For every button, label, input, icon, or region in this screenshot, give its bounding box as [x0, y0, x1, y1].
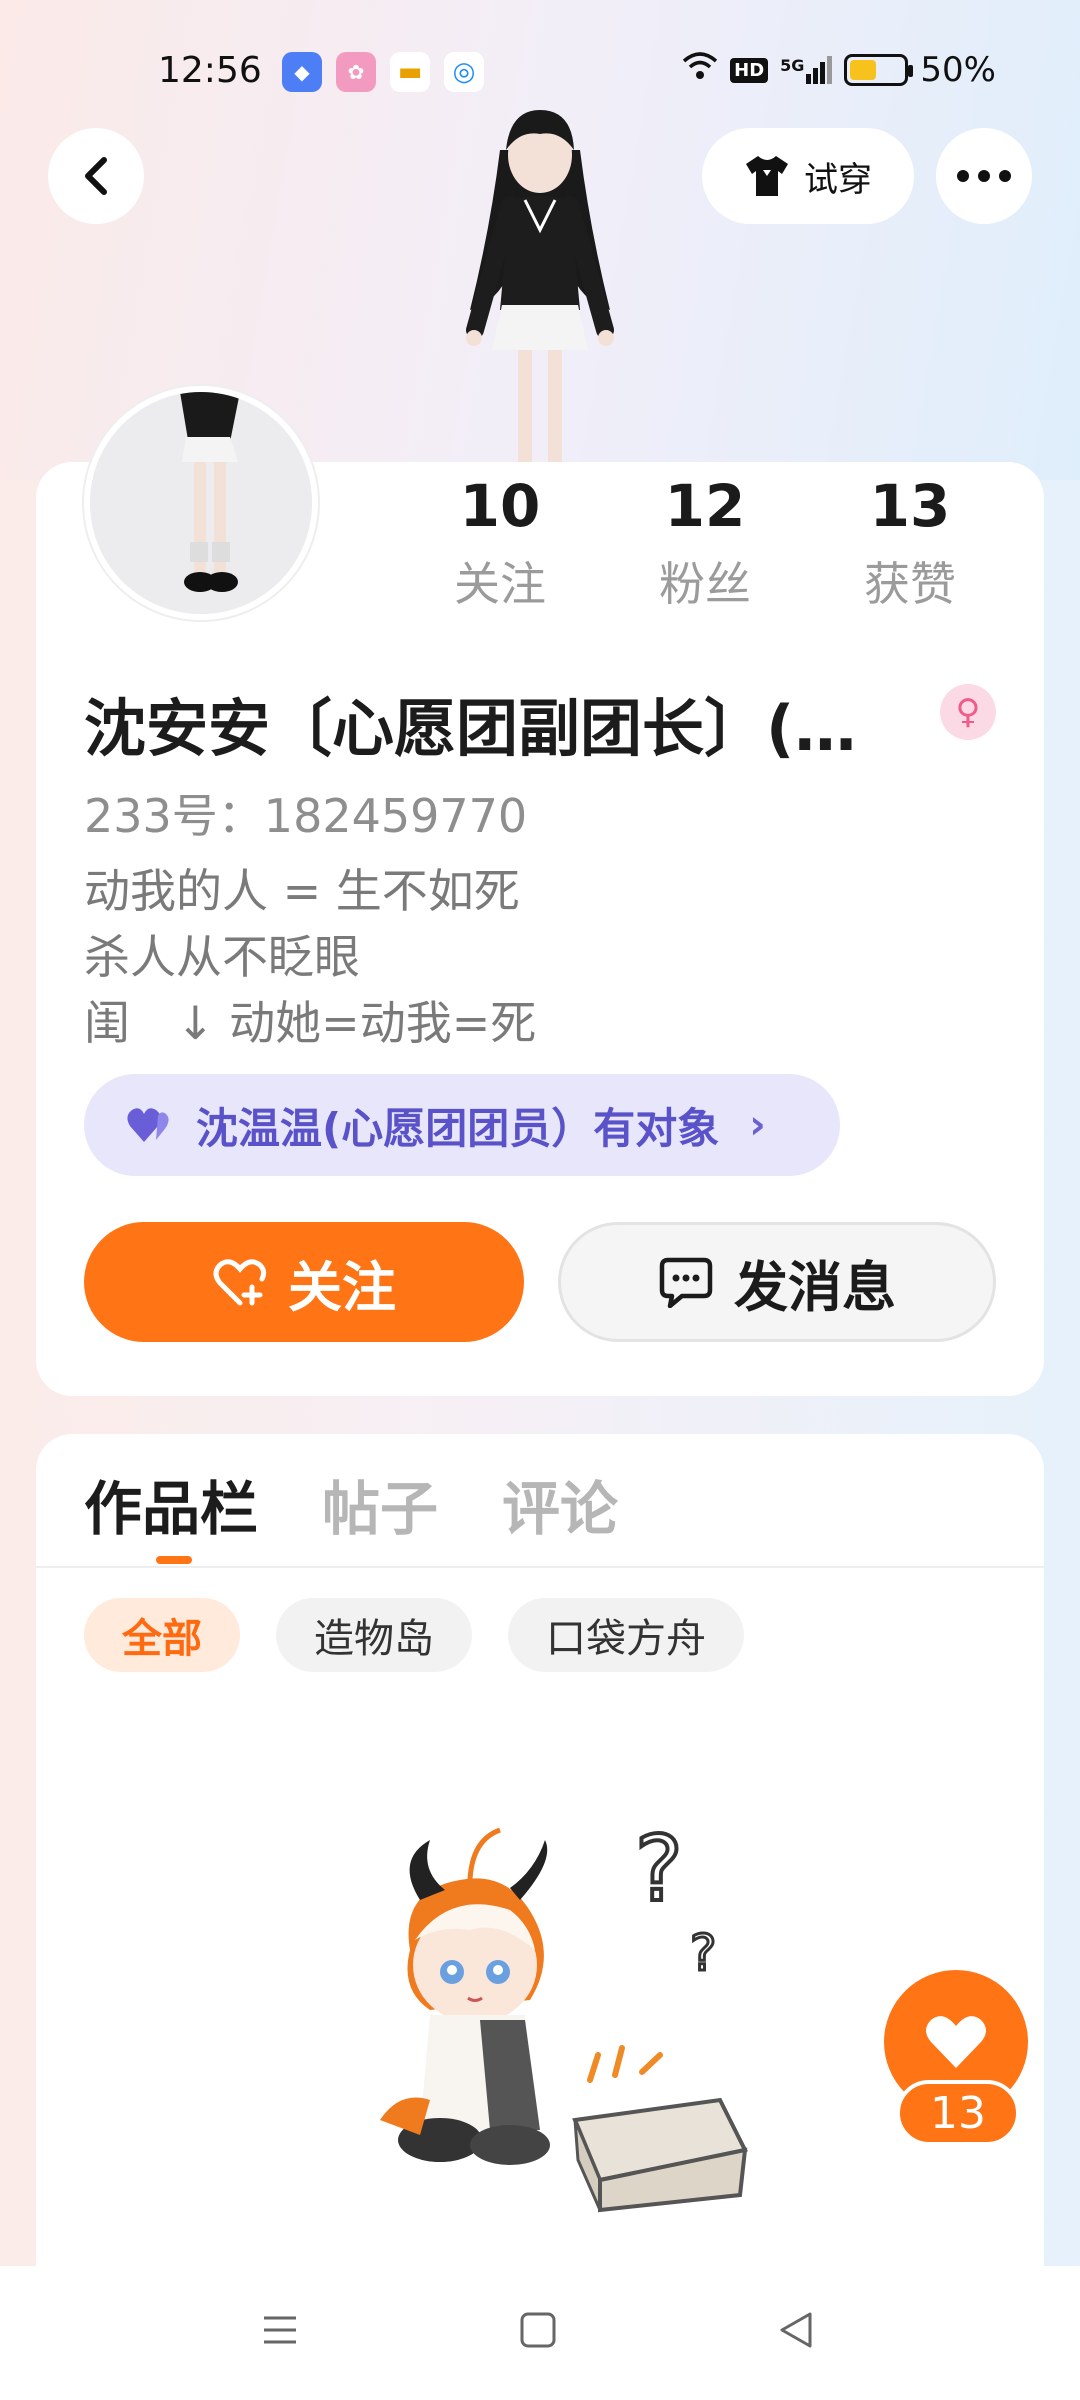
double-heart-icon — [127, 1108, 169, 1142]
stat-following[interactable]: 10 关注 — [420, 472, 580, 614]
tab-works[interactable]: 作品栏 — [84, 1462, 258, 1546]
status-bar: 12:56 ◆ ✿ ▬ ◎ HD 5G 50% — [0, 40, 1080, 106]
profile-name: 沈安安〔心愿团副团长〕(… — [84, 692, 857, 765]
browser-notification-icon: ◎ — [444, 52, 484, 92]
status-notification-icons: ◆ ✿ ▬ ◎ — [282, 52, 484, 92]
more-options-button[interactable] — [936, 128, 1032, 224]
stat-value: 13 — [869, 472, 951, 540]
hd-icon: HD — [730, 57, 769, 83]
tshirt-icon — [746, 156, 788, 196]
profile-uid: 233号：182459770 — [84, 789, 528, 843]
tab-posts[interactable]: 帖子 — [322, 1462, 438, 1546]
heart-icon — [926, 2016, 986, 2068]
content-tabs: 作品栏 帖子 评论 — [84, 1462, 618, 1546]
stat-label: 关注 — [454, 557, 546, 611]
couple-relation-chip[interactable]: 沈温温(心愿团团员）有对象 › — [84, 1074, 840, 1176]
follow-button[interactable]: 关注 — [84, 1222, 524, 1342]
svg-text:?: ? — [690, 1924, 717, 1982]
bio-line: 闺 ↓ 动她=动我=死 — [84, 996, 537, 1050]
profile-bio: 动我的人 = 生不如死 杀人从不眨眼 闺 ↓ 动她=动我=死 — [84, 858, 536, 1056]
chat-bubble-icon — [659, 1257, 713, 1308]
stat-likes[interactable]: 13 获赞 — [830, 472, 990, 614]
status-right: HD 5G 50% — [682, 50, 996, 90]
stat-label: 获赞 — [864, 557, 956, 611]
couple-chip-label: 沈温温(心愿团团员）有对象 — [196, 1103, 720, 1153]
stat-fans[interactable]: 12 粉丝 — [625, 472, 785, 614]
stat-value: 12 — [664, 472, 746, 540]
works-filter-chips: 全部 造物岛 口袋方舟 — [84, 1598, 744, 1672]
try-on-button[interactable]: 试穿 — [702, 128, 914, 224]
wallet-notification-icon: ▬ — [390, 52, 430, 92]
profile-stats: 10 关注 12 粉丝 13 获赞 — [420, 472, 1020, 622]
chevron-right-icon: › — [749, 1102, 766, 1148]
filter-chip-pocket-ark[interactable]: 口袋方舟 — [508, 1598, 744, 1672]
tabs-divider — [36, 1566, 1044, 1568]
stat-value: 10 — [459, 472, 541, 540]
avatar-3d-figure[interactable] — [430, 100, 650, 470]
game-notification-icon: ✿ — [336, 52, 376, 92]
filter-chip-creation-island[interactable]: 造物岛 — [276, 1598, 472, 1672]
send-message-button[interactable]: 发消息 — [558, 1222, 996, 1342]
more-dots-icon — [957, 170, 1011, 182]
battery-icon — [844, 54, 914, 86]
back-button[interactable] — [48, 128, 144, 224]
menu-nav-icon[interactable] — [262, 2312, 298, 2348]
stat-label: 粉丝 — [659, 557, 751, 611]
back-nav-icon[interactable] — [778, 2312, 814, 2348]
bio-line: 动我的人 = 生不如死 — [84, 864, 520, 918]
tab-comments[interactable]: 评论 — [502, 1462, 618, 1546]
active-tab-indicator — [156, 1556, 192, 1564]
follow-label: 关注 — [288, 1255, 396, 1319]
wifi-icon — [682, 51, 718, 89]
message-label: 发消息 — [734, 1255, 896, 1319]
app-notification-icon: ◆ — [282, 52, 322, 92]
filter-chip-all[interactable]: 全部 — [84, 1598, 240, 1672]
heart-plus-icon — [213, 1259, 267, 1306]
battery-fill — [850, 60, 877, 80]
female-icon: ♀ — [940, 684, 996, 740]
home-nav-icon[interactable] — [520, 2312, 556, 2348]
status-time: 12:56 — [158, 50, 262, 91]
chevron-left-icon — [85, 157, 107, 195]
avatar[interactable] — [84, 386, 318, 620]
signal-icon: 5G — [780, 56, 833, 84]
bio-line: 杀人从不眨眼 — [84, 930, 360, 984]
empty-state-illustration: ? ? — [380, 1815, 748, 2213]
battery-percent: 50% — [920, 50, 996, 90]
system-navigation-bar — [0, 2266, 1080, 2400]
try-on-label: 试穿 — [804, 159, 872, 200]
like-count-badge: 13 — [896, 2080, 1020, 2146]
svg-text:?: ? — [635, 1817, 683, 1922]
